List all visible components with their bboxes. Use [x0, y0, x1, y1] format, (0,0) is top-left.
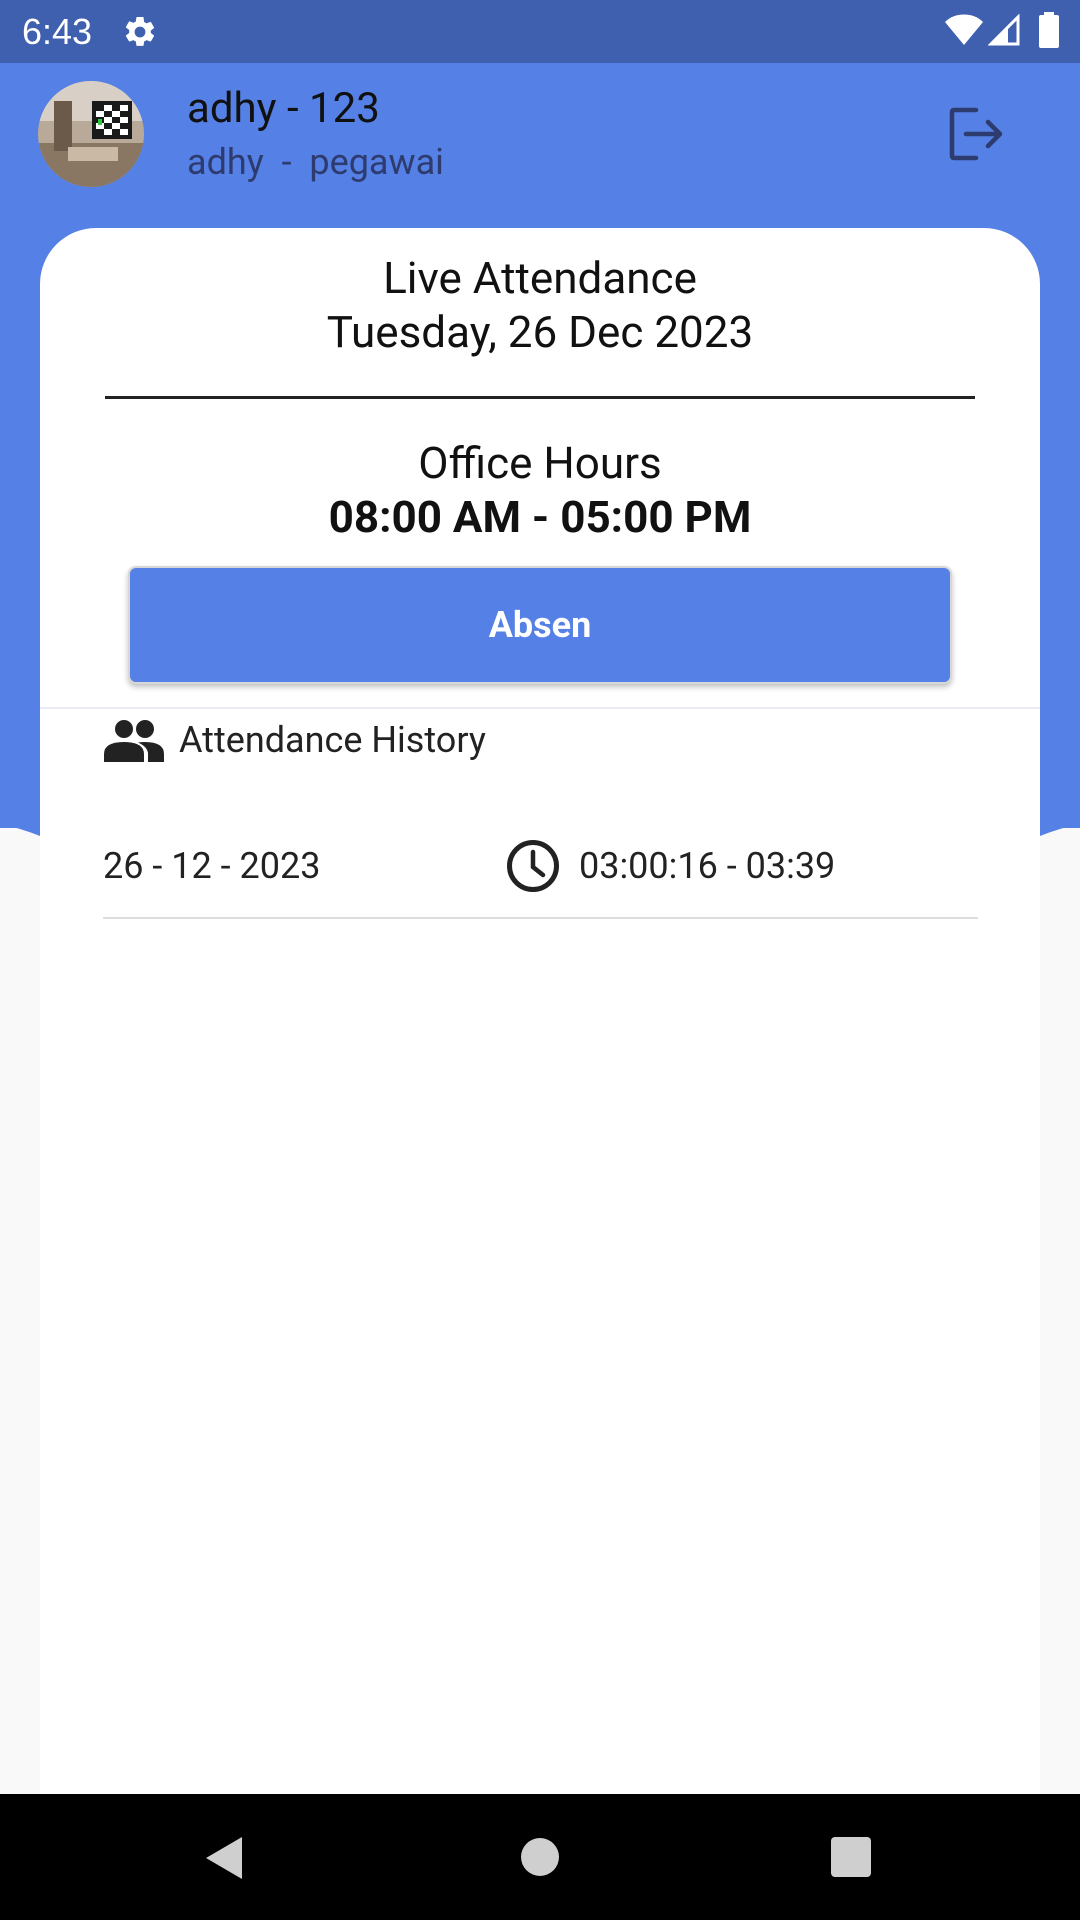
attendance-history-label: Attendance History — [179, 719, 486, 761]
history-row-time: 03:00:16 - 03:39 — [579, 845, 836, 887]
section-divider — [40, 707, 1040, 709]
logout-icon[interactable] — [948, 106, 1006, 162]
status-bar: 6:43 — [0, 0, 1080, 63]
wifi-icon — [945, 14, 983, 45]
battery-icon — [1039, 12, 1059, 48]
history-row-date: 26 - 12 - 2023 — [103, 845, 321, 887]
office-hours-value: 08:00 AM - 05:00 PM — [328, 491, 752, 543]
status-time: 6:43 — [22, 11, 93, 52]
office-hours-label: Office Hours — [418, 437, 662, 489]
user-role: adhy - pegawai — [187, 141, 444, 183]
card-date: Tuesday, 26 Dec 2023 — [326, 306, 754, 358]
home-icon[interactable] — [520, 1837, 560, 1877]
card-title: Live Attendance — [383, 252, 697, 304]
row-divider — [103, 917, 978, 919]
card-divider — [105, 396, 975, 399]
clock-icon — [507, 840, 559, 892]
absen-button[interactable]: Absen — [128, 566, 952, 684]
recent-apps-icon[interactable] — [830, 1836, 872, 1878]
back-icon[interactable] — [204, 1835, 246, 1881]
people-icon — [104, 720, 164, 762]
user-name: adhy - 123 — [187, 84, 380, 133]
gear-icon — [125, 16, 155, 46]
avatar[interactable] — [38, 81, 144, 187]
attendance-card: Live Attendance Tuesday, 26 Dec 2023 Off… — [40, 228, 1040, 1794]
signal-icon — [988, 14, 1020, 46]
